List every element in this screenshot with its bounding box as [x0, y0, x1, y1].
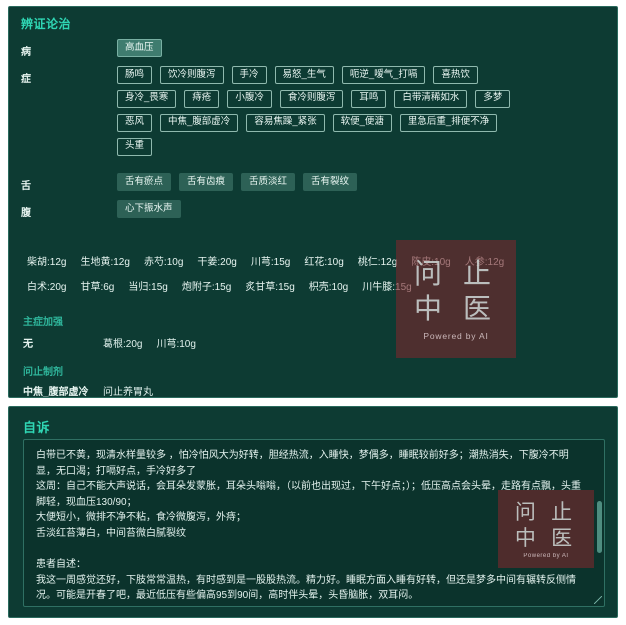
disease-chip-area: 高血压 [117, 39, 609, 63]
chip-symptom-1-4[interactable]: 耳鸣 [351, 89, 387, 108]
chip-symptom-0-5[interactable]: 喜热饮 [433, 66, 478, 84]
chip-tongue-1[interactable]: 舌有齿痕 [179, 173, 234, 191]
chip-symptom-3-0[interactable]: 头重 [117, 137, 153, 156]
wenzhi-formula-title: 问止制剂 [23, 367, 63, 378]
herb-item[interactable]: 川牛膝:15g [362, 278, 411, 293]
prescription-line-2: 白术:20g 甘草:6g 当归:15g 炮附子:15g 炙甘草:15g 枳壳:1… [27, 278, 609, 293]
herb-item[interactable]: 赤芍:10g [144, 253, 183, 268]
herb-item[interactable]: 桃仁:12g [358, 253, 397, 268]
row-label-disease: 病 [21, 47, 31, 58]
complaint-scrollbar[interactable] [597, 443, 602, 605]
chip-line: 身冷_畏寒 痔疮 小腹冷 食冷则腹泻 耳鸣 白带清稀如水 多梦 [117, 89, 609, 108]
chip-disease-0[interactable]: 高血压 [117, 39, 162, 57]
herb-item[interactable]: 柴胡:12g [27, 253, 66, 268]
row-label-symptom: 症 [21, 74, 31, 85]
chip-symptom-2-4[interactable]: 里急后重_排便不净 [399, 113, 498, 132]
chip-symptom-2-1[interactable]: 中焦_腹部虚冷 [160, 113, 239, 132]
chip-symptom-2-0[interactable]: 恶风 [117, 113, 153, 132]
chip-line: 高血压 [117, 39, 609, 57]
diagnosis-panel: 辨证论治 病 高血压 症 肠鸣 饮冷则腹泻 手冷 易怒_生气 呃逆_嗳气_打嗝 … [8, 6, 618, 398]
row-label-abdomen: 腹 [21, 208, 31, 219]
herb-item[interactable]: 白术:20g [27, 278, 66, 293]
chip-abdomen-0[interactable]: 心下振水声 [117, 200, 181, 218]
herb-item[interactable]: 人参:12g [465, 253, 504, 268]
chip-symptom-0-0[interactable]: 肠鸣 [117, 66, 153, 84]
chip-line: 肠鸣 饮冷则腹泻 手冷 易怒_生气 呃逆_嗳气_打嗝 喜热饮 [117, 66, 609, 84]
complaint-text: 白带已不黄，现清水样量较多 ，怕冷怕风大为好转，胆经热流，入睡快，梦偶多，睡眠较… [36, 450, 581, 602]
chip-symptom-2-3[interactable]: 软便_便溏 [332, 113, 392, 132]
herb-item[interactable]: 干姜:20g [197, 253, 236, 268]
herb-item[interactable]: 葛根:20g [103, 335, 142, 350]
herb-item[interactable]: 川芎:10g [156, 335, 195, 350]
herb-item[interactable]: 炮附子:15g [182, 278, 231, 293]
chip-symptom-0-1[interactable]: 饮冷则腹泻 [160, 66, 224, 84]
main-enhance-herbs: 葛根:20g 川芎:10g [103, 335, 196, 350]
scrollbar-thumb[interactable] [597, 501, 602, 553]
wenzhi-formula-value[interactable]: 问止养胃丸 [103, 383, 153, 398]
chip-line: 恶风 中焦_腹部虚冷 容易焦躁_紧张 软便_便溏 里急后重_排便不净 [117, 113, 609, 132]
wenzhi-formula-value-wrap: 问止养胃丸 [103, 383, 153, 398]
chip-tongue-2[interactable]: 舌质淡红 [241, 173, 296, 191]
prescription-line-1: 柴胡:12g 生地黄:12g 赤芍:10g 干姜:20g 川芎:15g 红花:1… [27, 253, 609, 268]
resize-grip-icon[interactable] [594, 596, 602, 604]
herb-item[interactable]: 当归:15g [128, 278, 167, 293]
chip-symptom-1-0[interactable]: 身冷_畏寒 [117, 89, 177, 108]
herb-item[interactable]: 陈皮:10g [411, 253, 450, 268]
herb-item[interactable]: 生地黄:12g [80, 253, 129, 268]
chip-tongue-0[interactable]: 舌有瘀点 [117, 173, 172, 191]
herb-item[interactable]: 炙甘草:15g [245, 278, 294, 293]
chip-line: 头重 [117, 137, 609, 156]
symptom-chip-area: 肠鸣 饮冷则腹泻 手冷 易怒_生气 呃逆_嗳气_打嗝 喜热饮 身冷_畏寒 痔疮 … [117, 66, 609, 162]
complaint-textarea[interactable]: 白带已不黄，现清水样量较多 ，怕冷怕风大为好转，胆经热流，入睡快，梦偶多，睡眠较… [23, 439, 605, 607]
herb-item[interactable]: 红花:10g [304, 253, 343, 268]
main-enhance-key: 无 [23, 339, 33, 350]
herb-item[interactable]: 川芎:15g [251, 253, 290, 268]
chip-symptom-2-2[interactable]: 容易焦躁_紧张 [246, 113, 325, 132]
chip-tongue-3[interactable]: 舌有裂纹 [303, 173, 358, 191]
chip-symptom-1-5[interactable]: 白带清稀如水 [394, 89, 468, 108]
complaint-title: 自诉 [23, 420, 51, 435]
complaint-panel: 自诉 白带已不黄，现清水样量较多 ，怕冷怕风大为好转，胆经热流，入睡快，梦偶多，… [8, 406, 618, 618]
abdomen-chip-area: 心下振水声 [117, 200, 609, 224]
chip-line: 心下振水声 [117, 200, 609, 218]
chip-symptom-1-1[interactable]: 痔疮 [184, 89, 220, 108]
herb-item[interactable]: 枳壳:10g [309, 278, 348, 293]
chip-symptom-0-3[interactable]: 易怒_生气 [274, 66, 334, 84]
chip-symptom-1-3[interactable]: 食冷则腹泻 [279, 89, 344, 108]
herb-item[interactable]: 甘草:6g [80, 278, 114, 293]
chip-line: 舌有瘀点 舌有齿痕 舌质淡红 舌有裂纹 [117, 173, 609, 191]
chip-symptom-0-4[interactable]: 呃逆_嗳气_打嗝 [341, 66, 426, 84]
row-label-tongue: 舌 [21, 181, 31, 192]
main-enhance-title: 主症加强 [23, 317, 63, 328]
chip-symptom-0-2[interactable]: 手冷 [231, 66, 267, 84]
chip-symptom-1-2[interactable]: 小腹冷 [227, 89, 272, 108]
tongue-chip-area: 舌有瘀点 舌有齿痕 舌质淡红 舌有裂纹 [117, 173, 609, 197]
page-title: 辨证论治 [21, 17, 72, 31]
chip-symptom-1-6[interactable]: 多梦 [475, 89, 511, 108]
wenzhi-formula-key: 中焦_腹部虚冷 [23, 387, 89, 398]
app-root: 辨证论治 病 高血压 症 肠鸣 饮冷则腹泻 手冷 易怒_生气 呃逆_嗳气_打嗝 … [0, 0, 626, 625]
